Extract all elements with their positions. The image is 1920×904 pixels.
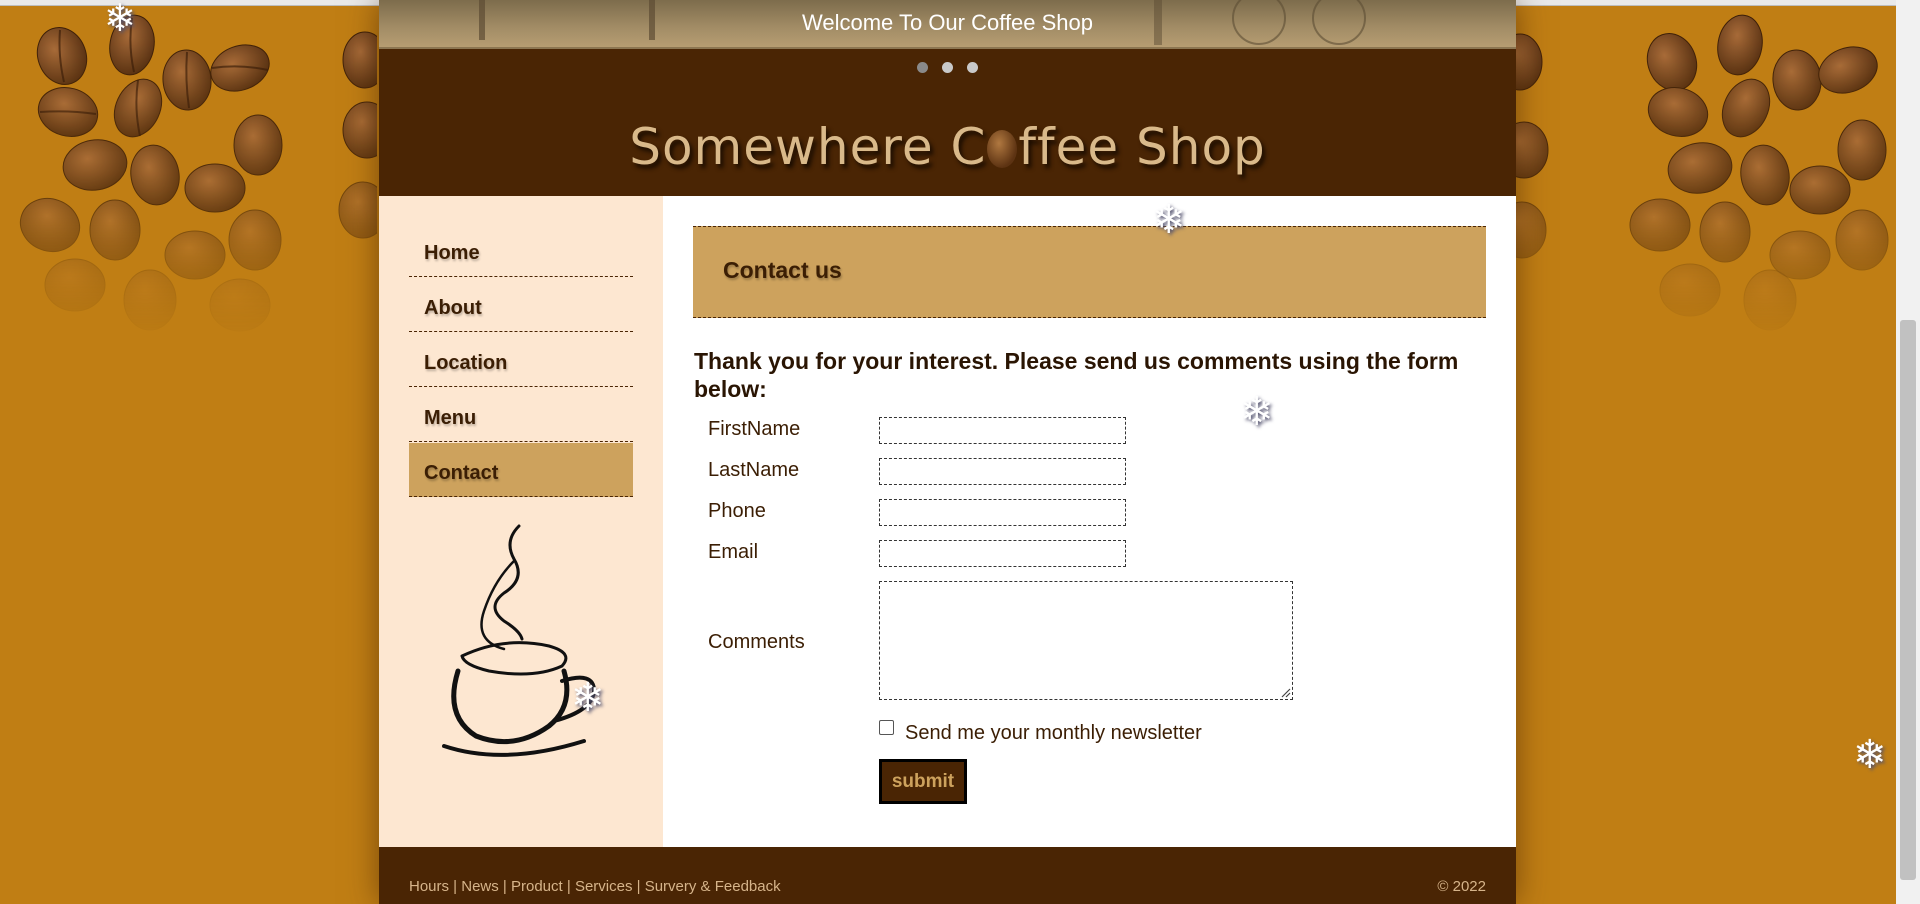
snowflake-icon: ❄: [1240, 390, 1274, 434]
slider-dots: [379, 60, 1516, 78]
footer-link-product[interactable]: Product: [511, 878, 563, 895]
footer-separator: |: [632, 878, 645, 895]
footer-separator: |: [449, 878, 462, 895]
snowflake-icon: ❄: [1152, 198, 1186, 242]
copyright: © 2022: [1437, 878, 1486, 895]
nav-item-location[interactable]: Location: [409, 333, 633, 387]
first-name-field[interactable]: [879, 417, 1126, 444]
nav-item-about[interactable]: About: [409, 278, 633, 332]
submit-button[interactable]: submit: [879, 759, 967, 804]
page-container: Welcome To Our Coffee Shop Somewhere C ff…: [379, 0, 1516, 904]
resize-grip-icon[interactable]: [1279, 686, 1291, 698]
logo-text-start: Somewhere C: [629, 118, 987, 176]
snowflake-icon: ❄: [571, 676, 605, 720]
coffee-beans-decoration-left: [19, 14, 283, 332]
phone-field[interactable]: [879, 499, 1126, 526]
footer-separator: |: [562, 878, 575, 895]
sidebar: Home About Location Menu Contact: [379, 196, 663, 847]
nav-item-menu[interactable]: Menu: [409, 388, 633, 442]
email-field[interactable]: [879, 540, 1126, 567]
footer-link-news[interactable]: News: [461, 878, 499, 895]
coffee-beans-decoration-right: [1629, 14, 1889, 331]
snowflake-icon: ❄: [1853, 733, 1887, 777]
coffee-beans-decoration-inner-left: [338, 31, 377, 239]
footer-links: Hours | News | Product | Services | Surv…: [409, 878, 781, 895]
slider-dot-1[interactable]: [916, 62, 928, 73]
slider-dot-2[interactable]: [942, 62, 953, 73]
logo-text-end: ffee Shop: [1018, 118, 1266, 176]
footer-separator: |: [498, 878, 511, 895]
banner-caption: Welcome To Our Coffee Shop: [801, 10, 1094, 35]
footer: Hours | News | Product | Services | Surv…: [379, 847, 1516, 904]
phone-label: Phone: [708, 500, 766, 522]
slider-dot-3[interactable]: [967, 62, 979, 73]
page-scrollbar[interactable]: [1896, 0, 1920, 904]
main-nav: Home About Location Menu Contact: [409, 223, 633, 498]
coffee-bean-icon: [987, 129, 1018, 168]
hero-banner: Welcome To Our Coffee Shop: [379, 0, 1516, 49]
nav-item-contact[interactable]: Contact: [409, 443, 633, 497]
page-title: Contact us: [723, 257, 842, 283]
email-label: Email: [708, 541, 759, 563]
last-name-label: LastName: [708, 459, 800, 481]
snowflake-icon: ❄: [104, 0, 136, 40]
coffee-cup-illustration: [442, 524, 597, 757]
main-content: Contact us Thank you for your interest. …: [663, 196, 1516, 847]
comments-label: Comments: [708, 631, 805, 653]
page-title-box: Contact us: [693, 226, 1486, 318]
first-name-label: FirstName: [708, 418, 801, 440]
footer-link-feedback[interactable]: Survery & Feedback: [645, 878, 781, 895]
scrollbar-thumb[interactable]: [1900, 320, 1916, 880]
comments-field[interactable]: [879, 581, 1293, 700]
footer-link-services[interactable]: Services: [575, 878, 633, 895]
newsletter-label[interactable]: Send me your monthly newsletter: [905, 722, 1202, 745]
coffee-beans-decoration-inner-right: [1510, 33, 1549, 259]
intro-text: Thank you for your interest. Please send…: [694, 348, 1459, 402]
site-logo: Somewhere C ffee Shop: [379, 118, 1516, 176]
footer-link-hours[interactable]: Hours: [409, 878, 449, 895]
newsletter-checkbox[interactable]: [879, 720, 894, 735]
last-name-field[interactable]: [879, 458, 1126, 485]
nav-item-home[interactable]: Home: [409, 223, 633, 277]
